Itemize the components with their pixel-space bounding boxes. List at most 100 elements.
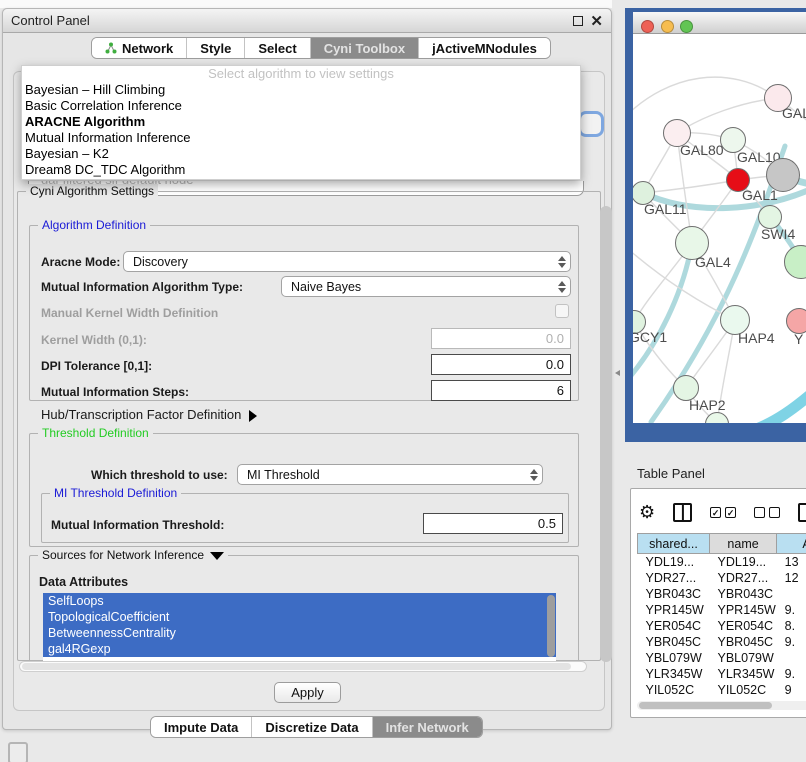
dropdown-item[interactable]: ARACNE Algorithm	[22, 114, 580, 130]
table-row[interactable]: YLR345WYLR345W9.	[638, 666, 806, 682]
manual-kernel-checkbox[interactable]	[555, 304, 569, 318]
table-row[interactable]: YER054CYER054C8.	[638, 618, 806, 634]
mi-threshold-field[interactable]: 0.5	[423, 513, 563, 534]
splitter-handle-icon[interactable]	[615, 370, 620, 376]
data-attribute-item[interactable]: SelfLoops	[43, 593, 556, 609]
mi-type-combobox[interactable]: Naive Bayes	[281, 276, 571, 297]
tab-impute-data[interactable]: Impute Data	[151, 717, 252, 737]
data-attributes-scrollbar[interactable]	[547, 595, 555, 657]
node-label: GAL	[782, 105, 806, 121]
algorithm-dropdown-items: Bayesian – Hill ClimbingBasic Correlatio…	[22, 82, 580, 178]
data-attributes-list[interactable]: SelfLoopsTopologicalCoefficientBetweenne…	[43, 593, 556, 661]
gear-icon[interactable]: ⚙	[639, 503, 655, 521]
table-cell: YPR145W	[638, 602, 710, 618]
algorithm-dropdown-list: Select algorithm to view settings Bayesi…	[21, 65, 581, 180]
table-cell: YIL052C	[710, 682, 777, 698]
apply-button[interactable]: Apply	[274, 682, 341, 703]
table-cell	[777, 586, 806, 602]
which-threshold-combobox[interactable]: MI Threshold	[237, 464, 543, 485]
tab-infer-network[interactable]: Infer Network	[373, 717, 482, 737]
network-window-frame: GALGAL80GAL10GAL1GAL11SWI4GAL4GCY1HAP4YH…	[625, 8, 806, 442]
control-panel-title: Control Panel	[11, 13, 90, 28]
dpi-tolerance-label: DPI Tolerance [0,1]:	[41, 359, 152, 373]
tab-jactivemnodules[interactable]: jActiveMNodules	[419, 38, 550, 58]
table-cell: YDR27...	[638, 570, 710, 586]
sources-toggle[interactable]: Sources for Network Inference	[38, 548, 228, 562]
deselect-all-checks-icon[interactable]	[754, 507, 780, 518]
aracne-mode-label: Aracne Mode:	[41, 255, 120, 269]
network-canvas[interactable]: GALGAL80GAL10GAL1GAL11SWI4GAL4GCY1HAP4YH…	[633, 34, 806, 423]
network-window: GALGAL80GAL10GAL1GAL11SWI4GAL4GCY1HAP4YH…	[633, 12, 806, 423]
focused-combo-fragment	[578, 111, 604, 137]
tab-label: Discretize Data	[265, 720, 358, 735]
table-row[interactable]: YBL079WYBL079W	[638, 650, 806, 666]
table-cell	[777, 650, 806, 666]
mi-steps-field[interactable]: 6	[431, 380, 571, 401]
dpi-tolerance-field[interactable]: 0.0	[431, 354, 571, 375]
dropdown-item[interactable]: Basic Correlation Inference	[22, 98, 580, 114]
close-traffic-light-icon[interactable]	[641, 20, 654, 33]
table-cell: YER054C	[710, 618, 777, 634]
control-panel-tabs: Network Style SelectCyni ToolboxjActiveMNo…	[91, 37, 551, 59]
export-table-icon[interactable]	[798, 503, 806, 522]
dropdown-item[interactable]: Bayesian – Hill Climbing	[22, 82, 580, 98]
which-threshold-label: Which threshold to use:	[91, 468, 228, 482]
cyni-algorithm-settings-title: Cyni Algorithm Settings	[26, 184, 158, 198]
table-cell: 9.	[777, 602, 806, 618]
settings-scrollbar[interactable]	[600, 206, 612, 662]
table-cell: YLR345W	[638, 666, 710, 682]
algorithm-dropdown-hint: Select algorithm to view settings	[22, 66, 580, 82]
hub-definition-toggle[interactable]: Hub/Transcription Factor Definition	[41, 407, 257, 422]
close-icon[interactable]: ✕	[590, 12, 603, 30]
tab-style[interactable]: Style	[187, 38, 245, 58]
node-label: HAP4	[738, 330, 775, 346]
table-cell: 12	[777, 570, 806, 586]
table-row[interactable]: YIL052CYIL052C9	[638, 682, 806, 698]
tab-network[interactable]: Network	[92, 38, 187, 58]
column-header-name[interactable]: name	[710, 534, 777, 554]
network-window-titlebar	[633, 12, 806, 34]
dropdown-item[interactable]: Bayesian – K2	[22, 146, 580, 162]
select-all-checks-icon[interactable]: ✓✓	[710, 507, 736, 518]
data-attribute-item[interactable]: gal4RGexp	[43, 641, 556, 657]
table-row[interactable]: YPR145WYPR145W9.	[638, 602, 806, 618]
column-header-A[interactable]: A	[777, 534, 806, 554]
columns-icon[interactable]	[673, 503, 692, 522]
mi-type-value: Naive Bayes	[291, 280, 361, 294]
data-attribute-item[interactable]: BetweennessCentrality	[43, 625, 556, 641]
table-horizontal-scrollbar[interactable]	[637, 701, 806, 710]
column-header-shared[interactable]: shared...	[638, 534, 710, 554]
mi-threshold-label: Mutual Information Threshold:	[51, 518, 224, 532]
table-cell: YER054C	[638, 618, 710, 634]
aracne-mode-combobox[interactable]: Discovery	[123, 251, 571, 272]
float-window-icon[interactable]	[573, 16, 583, 26]
control-panel-window: Control Panel ✕ Network Style SelectCyni T…	[2, 8, 612, 730]
node-label: HAP2	[689, 397, 726, 413]
tab-label: Style	[200, 41, 231, 56]
tab-select[interactable]: Select	[245, 38, 310, 58]
node-label: Y	[794, 331, 803, 347]
table-row[interactable]: YBR045CYBR045C9.	[638, 634, 806, 650]
data-attribute-item[interactable]: TopologicalCoefficient	[43, 609, 556, 625]
expand-right-icon	[249, 410, 257, 422]
table-cell: YBL079W	[638, 650, 710, 666]
table-cell: 9.	[777, 634, 806, 650]
table-row[interactable]: YBR043CYBR043C	[638, 586, 806, 602]
tab-cyni-toolbox[interactable]: Cyni Toolbox	[311, 38, 419, 58]
manual-kernel-label: Manual Kernel Width Definition	[41, 306, 218, 320]
table-cell: YBR045C	[710, 634, 777, 650]
tab-discretize-data[interactable]: Discretize Data	[252, 717, 372, 737]
node-table: shared...nameA YDL19...YDL19...13YDR27..…	[637, 533, 806, 698]
table-row[interactable]: YDR27...YDR27...12	[638, 570, 806, 586]
minimize-traffic-light-icon[interactable]	[661, 20, 674, 33]
table-cell: YIL052C	[638, 682, 710, 698]
dropdown-item[interactable]: Mutual Information Inference	[22, 130, 580, 146]
collapsed-panel-icon[interactable]	[8, 742, 28, 762]
node-label: GAL11	[644, 201, 687, 217]
table-row[interactable]: YDL19...YDL19...13	[638, 554, 806, 570]
kernel-width-field[interactable]: 0.0	[431, 328, 571, 349]
algorithm-definition-title: Algorithm Definition	[38, 218, 150, 232]
zoom-traffic-light-icon[interactable]	[680, 20, 693, 33]
settings-horizontal-scrollbar[interactable]	[19, 661, 587, 672]
dropdown-item[interactable]: Dream8 DC_TDC Algorithm	[22, 162, 580, 178]
